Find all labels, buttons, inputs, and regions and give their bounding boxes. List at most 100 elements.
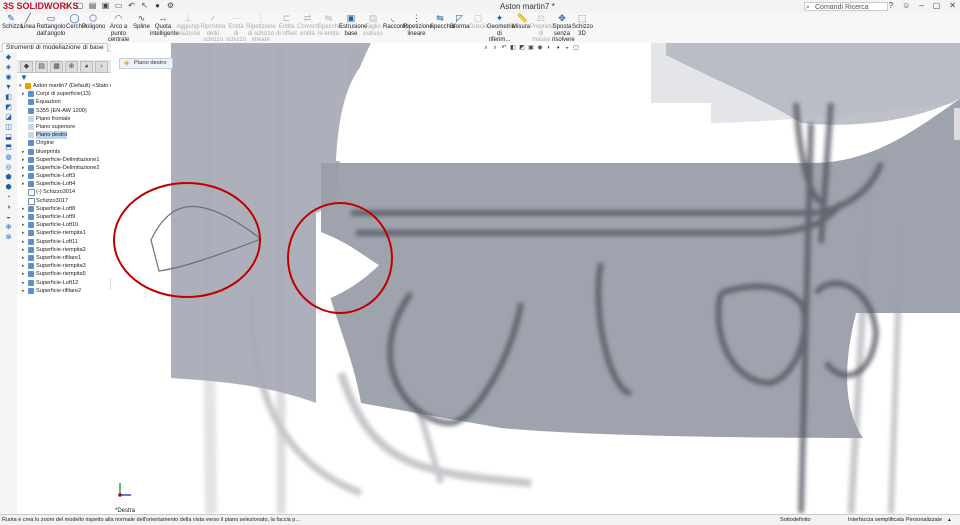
geometria-di-riferim-button[interactable]: ✦ Geometria di riferim... <box>487 14 515 44</box>
estrusione-base-button[interactable]: ▣ Estrusione base <box>339 14 367 37</box>
expand-arrow-icon[interactable]: ▸ <box>22 221 25 229</box>
expand-arrow-icon[interactable]: ▸ <box>22 205 25 213</box>
dimxpert-tab-icon[interactable]: ⊕ <box>65 61 78 73</box>
view-settings-icon[interactable]: ▢ <box>573 45 579 52</box>
tree-item[interactable]: ▸ Superficie-Loft12 <box>19 279 111 287</box>
tree-item[interactable]: ▸ blueprints <box>19 148 111 156</box>
tree-item[interactable]: Piano frontale <box>19 115 111 123</box>
previous-view-icon[interactable]: ↶ <box>501 45 507 52</box>
tool-icon[interactable]: ◩ <box>3 103 14 112</box>
dynamic-annotation-icon[interactable]: ◩ <box>519 45 525 52</box>
expand-arrow-icon[interactable]: ▸ <box>22 213 25 221</box>
new-file-icon[interactable]: ▢ <box>75 1 84 10</box>
tool-icon[interactable]: ◫ <box>3 123 14 132</box>
section-view-icon[interactable]: ◧ <box>510 45 516 52</box>
tree-item[interactable]: Schizzo3017 <box>19 197 111 205</box>
rettangolo-dall-angolo-button[interactable]: ▭ Rettangolo dall'angolo <box>36 14 66 37</box>
display-tab-icon[interactable]: ◕ <box>80 61 93 73</box>
ripetizione-lineare-button[interactable]: ⋮ Ripetizione lineare <box>403 14 433 37</box>
tree-item[interactable]: ▸ Superficie-Loft4 <box>19 180 111 188</box>
tool-icon[interactable]: ⬟ <box>3 173 14 182</box>
tree-item[interactable]: Origine <box>19 139 111 147</box>
taglio-estruso-button[interactable]: ▤ Taglio estruso <box>363 14 383 37</box>
linea-button[interactable]: ╱ Linea <box>20 14 36 31</box>
view-orientation-icon[interactable]: ▣ <box>528 45 534 52</box>
tool-icon[interactable]: ◉ <box>3 73 14 82</box>
tree-item[interactable]: ▸ Corpi di superficie(13) <box>19 90 111 98</box>
tool-icon[interactable]: ◎ <box>3 163 14 172</box>
schizzo-button[interactable]: ✎ Schizzo <box>2 14 23 31</box>
minimize-icon[interactable]: – <box>919 1 923 10</box>
entit-di-schizzo-button[interactable]: ⋯ Entità di schizzo <box>226 14 246 44</box>
tree-item[interactable]: Piano destro <box>19 131 111 140</box>
user-icon[interactable]: ☺ <box>902 1 910 10</box>
cerchio-button[interactable]: ◯ Cerchio <box>66 14 87 31</box>
expand-arrow-icon[interactable]: ▸ <box>22 172 25 180</box>
entit-di-offset-button[interactable]: ⊏ Entità di offset <box>276 14 297 37</box>
sposta-senza-risolvere-button[interactable]: ✥ Sposta senza risolvere <box>552 14 575 44</box>
expand-arrow-icon[interactable]: ▸ <box>22 246 25 254</box>
tool-icon[interactable]: ▼ <box>3 83 14 92</box>
poligono-button[interactable]: ⬡ Poligono <box>82 14 105 31</box>
tree-item[interactable]: Equazioni <box>19 98 111 106</box>
expand-arrow-icon[interactable]: ▸ <box>22 270 25 278</box>
tree-item[interactable]: ▸ Superficie-riempita2 <box>19 246 111 254</box>
help-icon[interactable]: ? <box>889 1 893 10</box>
expand-arrow-icon[interactable]: ▾ <box>19 82 22 90</box>
aggiungi-relazione-button[interactable]: ⊥ Aggiungi relazione <box>176 14 200 37</box>
zoom-area-icon[interactable]: ⌕ <box>492 45 498 52</box>
expand-arrow-icon[interactable]: ▸ <box>22 164 25 172</box>
arco-a-punto-centrale-button[interactable]: ◠ Arco a punto centrale <box>104 14 133 44</box>
expand-arrow-icon[interactable]: ▸ <box>22 156 25 164</box>
misura-button[interactable]: 📏 Misura <box>512 14 530 31</box>
specchia-button[interactable]: ⇋ Specchia <box>430 14 455 31</box>
expand-arrow-icon[interactable]: ▸ <box>22 238 25 246</box>
sforma-button[interactable]: ◸ Sforma <box>450 14 469 31</box>
expand-arrow-icon[interactable]: ▸ <box>22 148 25 156</box>
tool-icon[interactable]: ⬓ <box>3 133 14 142</box>
undo-icon[interactable]: ↶ <box>127 1 136 10</box>
propriet-di-massa-button[interactable]: ⚖ Proprietà di massa <box>530 14 554 44</box>
graphics-viewport[interactable]: ◈ Piano destro ⌕ ⌕ ↶ ◧ ◩ ▣ ◉ ◐ ◕ ◒ ▢ *Des… <box>111 43 960 514</box>
tree-item[interactable]: ▸ Superficie-Delimitazione2 <box>19 164 111 172</box>
zoom-fit-icon[interactable]: ⌕ <box>483 45 489 52</box>
tree-item[interactable]: ▸ Superficie-riempita1 <box>19 229 111 237</box>
tool-icon[interactable]: ◒ <box>3 213 14 222</box>
display-style-icon[interactable]: ◉ <box>537 45 543 52</box>
raccordo-button[interactable]: ◟ Raccordo <box>383 14 409 31</box>
filter-icon[interactable]: ▼ <box>20 73 28 82</box>
select-icon[interactable]: ↖ <box>140 1 149 10</box>
apply-scene-icon[interactable]: ◒ <box>564 45 570 52</box>
tool-icon[interactable]: ⬢ <box>3 183 14 192</box>
quota-intelligente-button[interactable]: ↔ Quota intelligente <box>150 14 179 37</box>
spline-button[interactable]: ∿ Spline <box>133 14 150 31</box>
tree-item[interactable]: ▸ Superficie-rifilare2 <box>19 287 111 295</box>
hide-show-icon[interactable]: ◐ <box>546 45 552 52</box>
maximize-icon[interactable]: ▢ <box>933 1 941 10</box>
expand-arrow-icon[interactable]: ▸ <box>22 180 25 188</box>
expand-arrow-icon[interactable]: ▸ <box>22 287 25 295</box>
tree-item[interactable]: ▸ Superficie-Loft11 <box>19 238 111 246</box>
search-input[interactable]: ⌕ Comandi Ricerca <box>804 2 888 11</box>
tree-item[interactable]: (-) Schizzo3014 <box>19 188 111 197</box>
tool-icon[interactable]: ◈ <box>3 63 14 72</box>
expand-arrow-icon[interactable]: ▸ <box>22 229 25 237</box>
close-icon[interactable]: ✕ <box>949 1 956 10</box>
tree-item[interactable]: S355 (EN-AW 1200) <box>19 107 111 115</box>
open-folder-icon[interactable]: ▤ <box>88 1 97 10</box>
options-icon[interactable]: ⚙ <box>166 1 175 10</box>
tree-item[interactable]: ▸ Superficie-Loft3 <box>19 172 111 180</box>
expand-arrow-icon[interactable]: ▸ <box>22 279 25 287</box>
tool-icon[interactable]: ◪ <box>3 113 14 122</box>
tree-item[interactable]: ▾ Aston martin7 (Default) <Stato di vis <box>19 82 111 90</box>
print-icon[interactable]: ▭ <box>114 1 123 10</box>
tool-icon[interactable]: ⬒ <box>3 143 14 152</box>
tool-icon[interactable]: ⊕ <box>3 223 14 232</box>
task-pane-dock[interactable] <box>954 108 960 140</box>
tree-item[interactable]: ▸ Superficie-Delimitazione1 <box>19 156 111 164</box>
tree-item[interactable]: Piano superiore <box>19 123 111 131</box>
home-icon[interactable]: ⌂ <box>62 1 71 10</box>
tab-view-plane[interactable]: ◈ Piano destro <box>119 58 173 69</box>
tool-icon[interactable]: ◆ <box>3 53 14 62</box>
tool-icon[interactable]: ⊗ <box>3 233 14 242</box>
